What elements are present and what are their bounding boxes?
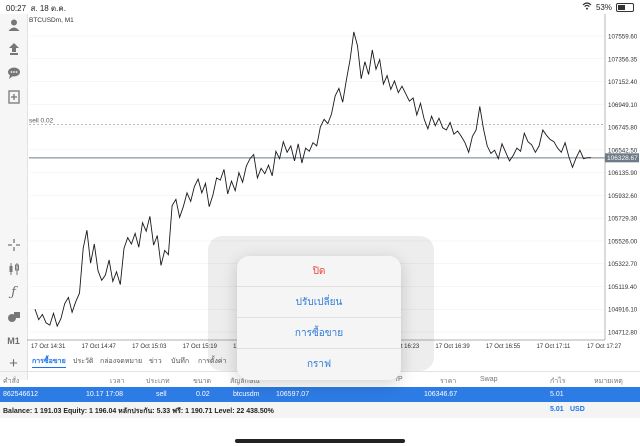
balance-summary: Balance: 1 191.03 Equity: 1 196.04 หลักป… <box>3 408 274 415</box>
total-profit: 5.01 <box>550 406 564 413</box>
col-profit: กำไร <box>550 378 566 385</box>
x-tick-label: 17 Oct 17:27 <box>587 344 622 350</box>
col-comment: หมายเหตุ <box>594 378 623 385</box>
table-row[interactable]: 862546612 10.17 17:08 sell 0.02 btcusdm … <box>0 387 640 402</box>
x-tick-label: 17 Oct 16:55 <box>486 344 521 350</box>
candlestick-icon[interactable] <box>5 260 22 277</box>
status-bar: 00:27 ส. 18 ต.ค. 53% <box>0 0 640 14</box>
col-time: เวลา <box>110 378 125 385</box>
status-right: 53% <box>582 2 634 12</box>
y-tick-label: 107559.60 <box>608 34 638 41</box>
tab-trade[interactable]: การซื้อขาย <box>32 356 66 368</box>
left-toolbar: ƒ M1 + <box>0 14 28 380</box>
y-tick-label: 106135.90 <box>608 170 638 177</box>
order-action-menu: ปิด ปรับเปลี่ยน การซื้อขาย กราฟ <box>237 256 401 380</box>
y-tick-label: 104712.80 <box>608 330 638 337</box>
tab-news[interactable]: ข่าว <box>149 356 162 367</box>
tab-mailbox[interactable]: กล่องจดหมาย <box>100 356 142 367</box>
y-axis: 107559.60 107356.35 107152.40 106949.10 1067… <box>608 34 638 337</box>
tab-journal[interactable]: บันทึก <box>171 356 189 367</box>
y-tick-label: 106949.10 <box>608 102 638 109</box>
col-swap: Swap <box>480 376 498 383</box>
current-price-label: 106328.67 <box>607 155 638 162</box>
col-type: ประเภท <box>146 378 170 385</box>
row-order: 862546612 <box>3 391 39 398</box>
x-tick-label: 17 Oct 14:31 <box>31 344 66 350</box>
y-tick-label: 106542.50 <box>608 147 638 154</box>
status-date: ส. 18 ต.ค. <box>30 4 66 13</box>
y-tick-label: 107152.40 <box>608 79 638 86</box>
modify-position-button[interactable]: ปรับเปลี่ยน <box>237 287 401 318</box>
row-time: 10.17 17:08 <box>86 391 123 398</box>
trade-icon[interactable] <box>5 40 22 57</box>
chat-icon[interactable] <box>5 64 22 81</box>
row-size: 0.02 <box>196 391 210 398</box>
y-tick-label: 105526.00 <box>608 238 638 245</box>
timeframe-button[interactable]: M1 <box>5 332 22 349</box>
y-tick-label: 105729.30 <box>608 216 638 223</box>
row-price: 106346.67 <box>424 391 458 398</box>
x-tick-label: 17 Oct 17:11 <box>536 344 571 350</box>
y-tick-label: 106745.80 <box>608 125 638 132</box>
trade-button[interactable]: การซื้อขาย <box>237 318 401 349</box>
x-tick-label: 17 Oct 15:03 <box>132 344 167 350</box>
col-size: ขนาด <box>193 378 212 385</box>
crosshair-icon[interactable] <box>5 236 22 253</box>
objects-icon[interactable] <box>5 308 22 325</box>
symbol-label: BTCUSDm, M1 <box>29 17 74 24</box>
indicator-icon[interactable]: ƒ <box>5 284 22 301</box>
account-summary: Balance: 1 191.03 Equity: 1 196.04 หลักป… <box>0 402 640 418</box>
row-profit: 5.01 <box>550 391 564 398</box>
x-tick-label: 17 Oct 14:47 <box>82 344 117 350</box>
close-position-button[interactable]: ปิด <box>237 256 401 287</box>
y-tick-label: 105322.70 <box>608 261 638 268</box>
currency-label: USD <box>570 406 585 413</box>
account-icon[interactable] <box>5 16 22 33</box>
row-symbol: btcusdm <box>233 391 260 398</box>
new-order-icon[interactable] <box>5 88 22 105</box>
sell-level-label: sell 0.02 <box>29 118 54 125</box>
battery-icon <box>616 2 634 12</box>
y-tick-label: 104916.10 <box>608 307 638 314</box>
chart-button[interactable]: กราฟ <box>237 349 401 379</box>
status-time: 00:27 <box>6 4 27 13</box>
row-open-price: 106597.07 <box>276 391 310 398</box>
y-tick-label: 107356.35 <box>608 56 638 63</box>
y-tick-label: 105932.60 <box>608 193 638 200</box>
col-order: คำสั่ง <box>3 378 20 385</box>
add-icon[interactable]: + <box>5 355 22 372</box>
x-tick-label: 17 Oct 16:39 <box>435 344 470 350</box>
tab-history[interactable]: ประวัติ <box>73 356 93 367</box>
y-tick-label: 105119.40 <box>608 284 637 291</box>
home-indicator <box>235 439 405 443</box>
col-price: ราคา <box>440 378 457 385</box>
wifi-icon <box>582 2 592 12</box>
battery-percent: 53% <box>595 2 612 12</box>
row-type: sell <box>156 391 167 398</box>
